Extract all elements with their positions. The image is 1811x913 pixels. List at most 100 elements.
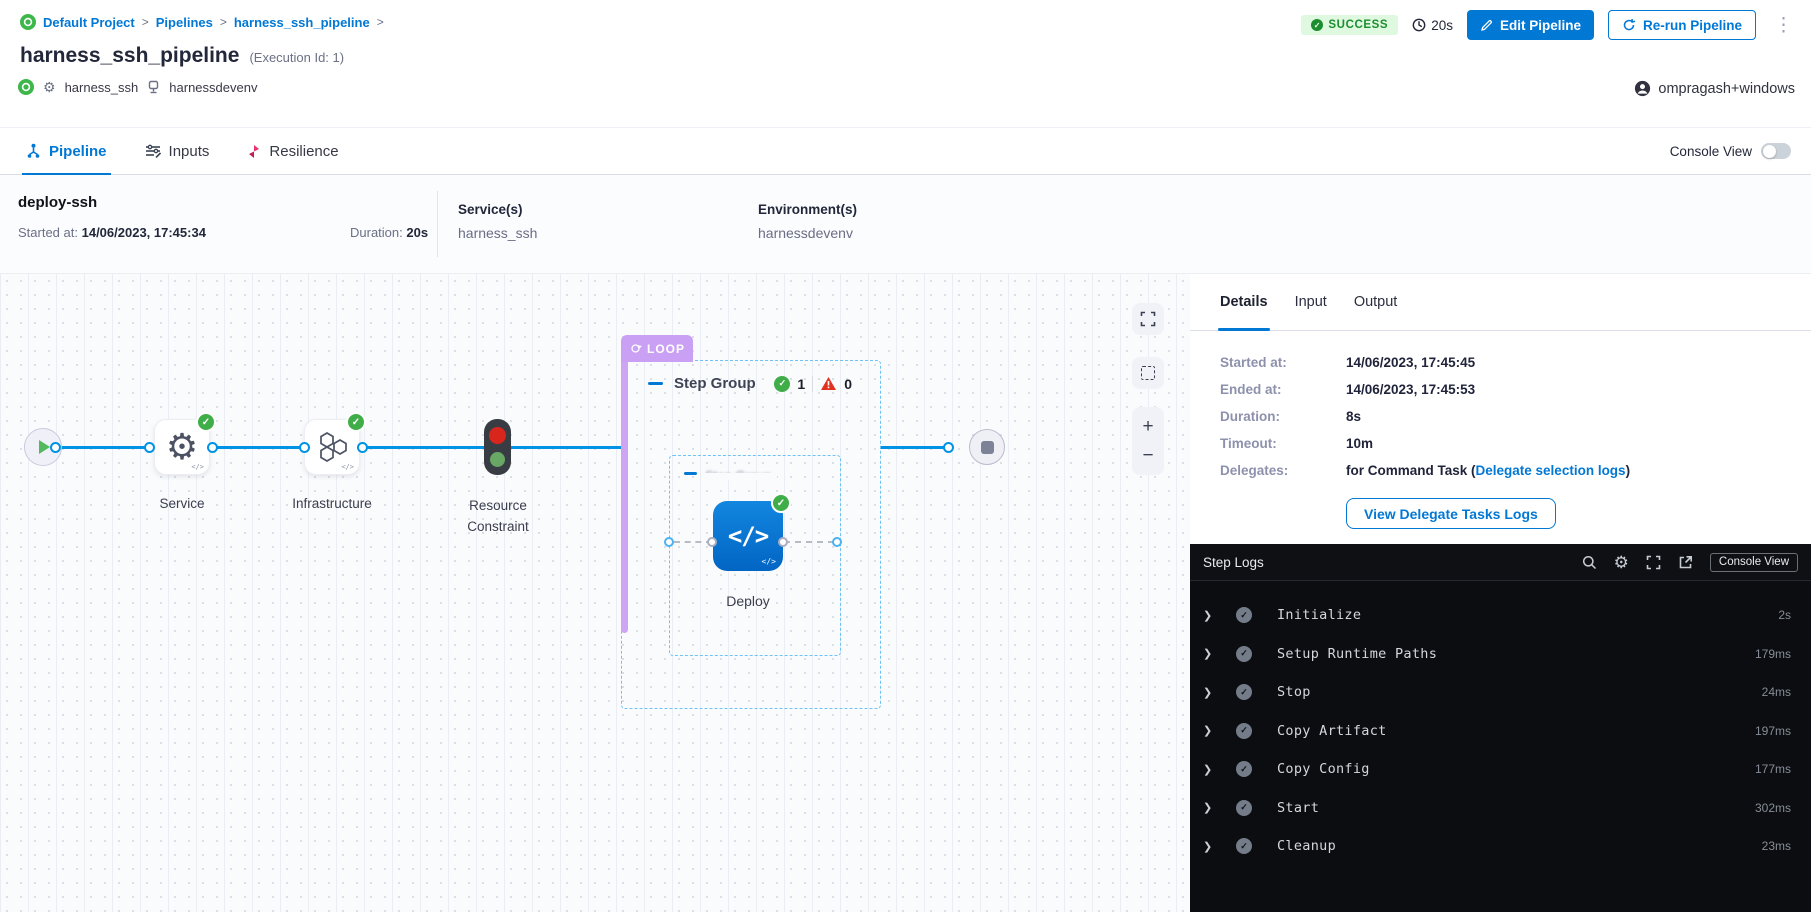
- console-view-label: Console View: [1670, 144, 1752, 159]
- detail-row-started: Started at: 14/06/2023, 17:45:45: [1220, 355, 1811, 370]
- play-icon: [39, 440, 50, 454]
- search-icon[interactable]: [1582, 555, 1597, 570]
- environments-value: harnessdevenv: [758, 225, 857, 241]
- gear-icon: ⚙: [166, 429, 198, 465]
- log-row-start[interactable]: ❯ ✓ Start 302ms: [1190, 789, 1811, 828]
- rerun-pipeline-button[interactable]: Re-run Pipeline: [1608, 10, 1756, 40]
- expand-logs-icon[interactable]: [1646, 555, 1661, 570]
- log-row-initialize[interactable]: ❯ ✓ Initialize 2s: [1190, 596, 1811, 635]
- detail-row-duration: Duration: 8s: [1220, 409, 1811, 424]
- flow-line: [360, 446, 484, 449]
- zoom-out-button[interactable]: −: [1142, 446, 1153, 465]
- dashed-connector: [784, 541, 834, 543]
- connector-dot: [207, 442, 218, 453]
- pipeline-canvas[interactable]: ⚙ </> ✓ Service </> ✓ Infrastructure Res…: [0, 274, 1190, 912]
- user-chip: ompragash+windows: [1634, 80, 1795, 97]
- log-row-stop[interactable]: ❯ ✓ Stop 24ms: [1190, 673, 1811, 712]
- tab-inputs[interactable]: Inputs: [145, 128, 210, 174]
- command-icon: </>: [728, 522, 768, 550]
- breadcrumb-project-link[interactable]: Default Project: [43, 15, 135, 30]
- log-row-copy-artifact[interactable]: ❯ ✓ Copy Artifact 197ms: [1190, 712, 1811, 751]
- node-deploy[interactable]: </> </> ✓: [713, 501, 783, 571]
- delegate-selection-logs-link[interactable]: Delegate selection logs: [1476, 463, 1626, 478]
- details-tab-bar: Details Input Output: [1190, 274, 1811, 331]
- connector-dot: [144, 442, 155, 453]
- step-logs-panel: Step Logs ⚙ Console View: [1190, 544, 1811, 912]
- view-delegate-tasks-logs-button[interactable]: View Delegate Tasks Logs: [1346, 498, 1556, 529]
- step-group-container[interactable]: Step Group ✓ 1 0 Step Group: [621, 360, 881, 709]
- success-check-icon: ✓: [196, 412, 216, 432]
- open-in-new-icon[interactable]: [1678, 555, 1693, 570]
- tab-resilience[interactable]: Resilience: [247, 128, 338, 174]
- log-success-icon: ✓: [1236, 761, 1252, 777]
- services-value: harness_ssh: [458, 225, 537, 241]
- log-row-cleanup[interactable]: ❯ ✓ Cleanup 23ms: [1190, 827, 1811, 866]
- breadcrumb-pipeline-link[interactable]: harness_ssh_pipeline: [234, 15, 370, 30]
- code-corner-icon: </>: [191, 463, 204, 471]
- tab-output[interactable]: Output: [1354, 274, 1398, 330]
- node-label-resource-constraint: Resource Constraint: [442, 496, 554, 538]
- detail-row-ended: Ended at: 14/06/2023, 17:45:53: [1220, 382, 1811, 397]
- connector-dot: [664, 537, 674, 547]
- node-service[interactable]: ⚙ </> ✓: [154, 419, 210, 475]
- chevron-right-icon[interactable]: ❯: [1203, 609, 1225, 622]
- connector-dot: [50, 442, 61, 453]
- logs-console-view-button[interactable]: Console View: [1710, 553, 1798, 572]
- collapse-step-group-icon[interactable]: [648, 382, 663, 385]
- refresh-icon: [1622, 18, 1636, 32]
- log-settings-gear-icon[interactable]: ⚙: [1614, 554, 1629, 571]
- chevron-right-icon[interactable]: ❯: [1203, 686, 1225, 699]
- step-logs-title: Step Logs: [1203, 555, 1264, 570]
- environment-tag: harnessdevenv: [169, 80, 257, 95]
- service-gear-icon: ⚙: [43, 80, 56, 94]
- resilience-icon: [247, 144, 261, 159]
- loop-matrix-bar: [621, 361, 628, 633]
- node-infrastructure[interactable]: </> ✓: [304, 419, 360, 475]
- log-success-icon: ✓: [1236, 838, 1252, 854]
- inner-group-title-obscured: Step Group: [705, 467, 777, 480]
- chevron-right-icon[interactable]: ❯: [1203, 763, 1225, 776]
- log-success-icon: ✓: [1236, 800, 1252, 816]
- flow-line: [511, 446, 622, 449]
- hexagons-icon: [315, 431, 349, 463]
- edit-pipeline-button[interactable]: Edit Pipeline: [1467, 10, 1594, 40]
- collapse-inner-group-icon[interactable]: [684, 472, 697, 475]
- error-triangle-icon: [820, 376, 837, 391]
- clock-icon: [1412, 18, 1426, 32]
- log-success-icon: ✓: [1236, 646, 1252, 662]
- connector-dot: [943, 442, 954, 453]
- breadcrumb-pipelines-link[interactable]: Pipelines: [156, 15, 213, 30]
- chevron-right-icon[interactable]: ❯: [1203, 801, 1225, 814]
- environment-icon: [147, 80, 160, 94]
- tab-details[interactable]: Details: [1220, 274, 1268, 330]
- stop-icon: [981, 441, 994, 454]
- user-icon: [1634, 80, 1651, 97]
- connector-dot: [707, 537, 717, 547]
- node-label-service: Service: [122, 496, 242, 511]
- execution-details-panel: Details Input Output Started at: 14/06/2…: [1190, 274, 1811, 912]
- service-tag: harness_ssh: [65, 80, 139, 95]
- harness-project-icon: [20, 14, 36, 30]
- canvas-select-button[interactable]: [1132, 357, 1164, 389]
- log-row-setup-runtime-paths[interactable]: ❯ ✓ Setup Runtime Paths 179ms: [1190, 635, 1811, 674]
- canvas-fullscreen-button[interactable]: [1132, 303, 1164, 335]
- node-resource-constraint[interactable]: [484, 419, 511, 475]
- tab-input[interactable]: Input: [1295, 274, 1327, 330]
- log-row-copy-config[interactable]: ❯ ✓ Copy Config 177ms: [1190, 750, 1811, 789]
- chevron-right-icon[interactable]: ❯: [1203, 647, 1225, 660]
- success-count-icon: ✓: [774, 376, 790, 392]
- more-options-kebab-icon[interactable]: ⋮: [1770, 16, 1797, 35]
- chevron-right-icon[interactable]: ❯: [1203, 840, 1225, 853]
- execution-id: (Execution Id: 1): [249, 50, 344, 65]
- chevron-right-icon[interactable]: ❯: [1203, 724, 1225, 737]
- console-view-toggle[interactable]: [1761, 143, 1791, 159]
- breadcrumb-separator: >: [220, 15, 227, 29]
- services-label: Service(s): [458, 202, 537, 217]
- zoom-in-button[interactable]: +: [1142, 417, 1153, 436]
- inner-step-group[interactable]: Step Group </> </> ✓ Deploy: [669, 455, 841, 656]
- tab-pipeline[interactable]: Pipeline: [26, 128, 107, 174]
- stage-summary-bar: deploy-ssh Started at: 14/06/2023, 17:45…: [0, 175, 1811, 274]
- traffic-light-green: [490, 452, 505, 467]
- connector-dot: [778, 537, 788, 547]
- execution-duration: 20s: [1412, 18, 1453, 33]
